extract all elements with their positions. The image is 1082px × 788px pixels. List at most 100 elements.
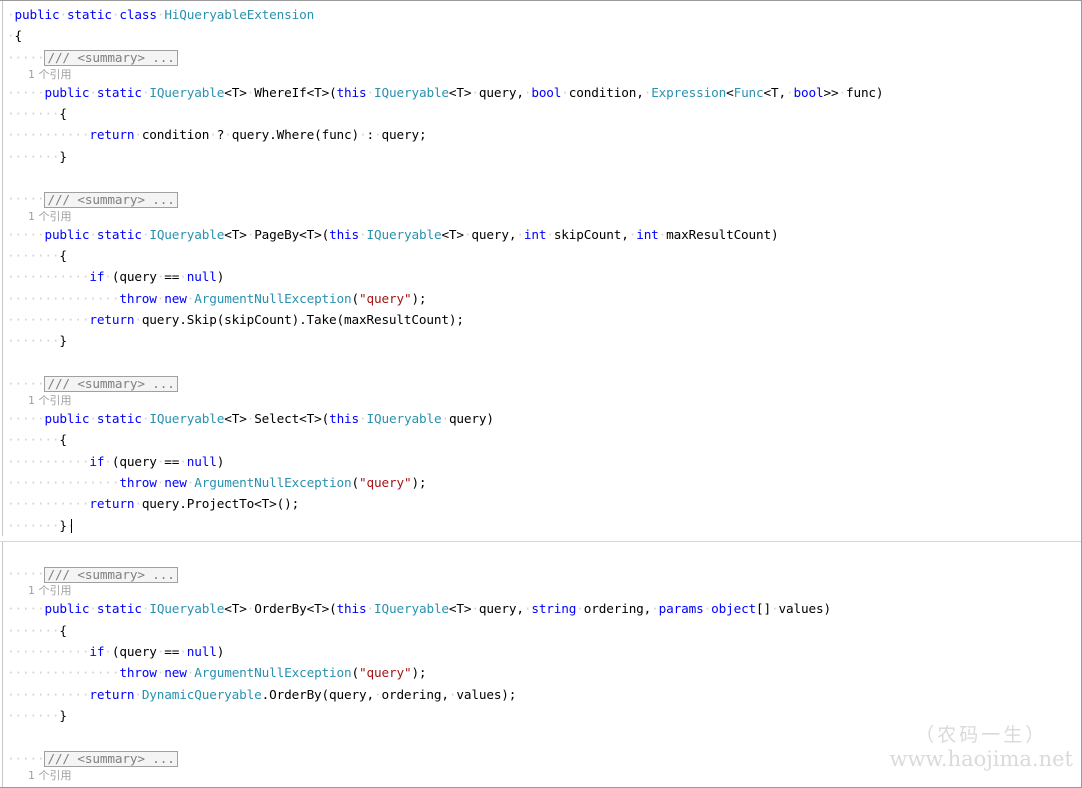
code-line[interactable]: ···········return·query.Skip(skipCount).… (0, 309, 1081, 330)
code-token-kw: if (89, 454, 104, 469)
code-editor-window[interactable]: ·public·static·class·HiQueryableExtensio… (0, 0, 1082, 788)
code-line[interactable]: ·····public·static·IQueryable<T>·Select<… (0, 408, 1081, 429)
indent-whitespace-marker: ····· (7, 751, 44, 766)
codelens-indent (7, 68, 28, 81)
code-token-plain: (query (112, 644, 157, 659)
code-line[interactable]: ·····public·static·IQueryable<T>·PageBy<… (0, 224, 1081, 245)
indent-whitespace-marker: ····· (7, 85, 44, 100)
code-token-plain: ordering, (381, 687, 448, 702)
indent-whitespace-marker: ······· (7, 518, 59, 533)
code-token-kw: return (89, 496, 134, 511)
code-token-plain: ( (352, 665, 360, 680)
collapsed-summary-region[interactable]: /// <summary> ... (44, 376, 177, 392)
code-line[interactable]: ·····/// <summary> ... (0, 748, 1081, 769)
code-token-plain: { (59, 432, 67, 447)
code-token-type: IQueryable (149, 601, 224, 616)
collapsed-summary-region[interactable]: /// <summary> ... (44, 751, 177, 767)
code-line[interactable]: ·····/// <summary> ... (0, 563, 1081, 584)
code-line[interactable]: ·······} (0, 146, 1081, 167)
whitespace-marker: · (224, 127, 232, 142)
whitespace-marker: · (179, 269, 187, 284)
code-token-plain: query.ProjectTo<T>(); (142, 496, 299, 511)
code-token-kw: bool (794, 85, 824, 100)
code-line[interactable]: ···········if·(query·==·null) (0, 266, 1081, 287)
code-token-plain: { (15, 28, 23, 43)
code-line-blank[interactable] (0, 542, 1081, 563)
codelens-reference-count[interactable]: 1 个引用 (0, 394, 1081, 408)
code-line[interactable]: ·······} (0, 330, 1081, 351)
codelens-reference-count[interactable]: 1 个引用 (0, 68, 1081, 82)
code-line[interactable]: ·····public·static·IQueryable<T>·OrderBy… (0, 598, 1081, 619)
code-line[interactable]: ·{ (0, 25, 1081, 46)
codelens-label[interactable]: 1 个引用 (28, 769, 72, 782)
code-text-surface[interactable]: ·public·static·class·HiQueryableExtensio… (0, 1, 1081, 787)
code-token-type: HiQueryableExtension (164, 7, 314, 22)
code-line[interactable]: ·······}· (0, 515, 1081, 536)
code-line[interactable]: ·······{ (0, 429, 1081, 450)
code-token-type: IQueryable (149, 85, 224, 100)
codelens-label[interactable]: 1 个引用 (28, 210, 72, 223)
whitespace-marker: · (89, 411, 97, 426)
code-line[interactable]: ···········if·(query·==·null) (0, 641, 1081, 662)
collapsed-summary-region[interactable]: /// <summary> ... (44, 567, 177, 583)
code-line[interactable]: ·······{ (0, 245, 1081, 266)
code-token-plain: } (59, 518, 67, 533)
code-line[interactable]: ·····/// <summary> ... (0, 47, 1081, 68)
code-line[interactable]: ···········return·query.ProjectTo<T>(); (0, 493, 1081, 514)
codelens-reference-count[interactable]: 1 个引用 (0, 769, 1081, 783)
code-token-plain: { (59, 248, 67, 263)
code-token-plain: <T> (224, 411, 246, 426)
codelens-reference-count[interactable]: 1 个引用 (0, 210, 1081, 224)
codelens-label[interactable]: 1 个引用 (28, 584, 72, 597)
code-token-kw: return (89, 127, 134, 142)
code-token-kw: static (97, 85, 142, 100)
code-token-kw: static (97, 601, 142, 616)
code-token-kw: this (337, 601, 367, 616)
code-line[interactable]: ·public·static·class·HiQueryableExtensio… (0, 4, 1081, 25)
indent-whitespace-marker: · (7, 28, 15, 43)
codelens-indent (7, 584, 28, 597)
code-token-plain: query; (382, 127, 427, 142)
codelens-reference-count[interactable]: 1 个引用 (0, 584, 1081, 598)
code-line[interactable]: ···············throw·new·ArgumentNullExc… (0, 472, 1081, 493)
code-token-kw: this (337, 85, 367, 100)
whitespace-marker: · (471, 85, 479, 100)
code-token-kw: params (659, 601, 704, 616)
code-line[interactable]: ···············throw·new·ArgumentNullExc… (0, 662, 1081, 683)
code-line[interactable]: ·····public·static·Expression<Func<T,·bo… (0, 783, 1081, 788)
code-line[interactable]: ···········return·DynamicQueryable.Order… (0, 684, 1081, 705)
code-line[interactable]: ···············throw·new·ArgumentNullExc… (0, 288, 1081, 309)
code-line-blank[interactable] (0, 167, 1081, 188)
code-token-plain: skipCount, (554, 227, 629, 242)
code-token-plain: ); (411, 665, 426, 680)
code-line-blank[interactable] (0, 726, 1081, 747)
code-token-plain: ) (217, 644, 225, 659)
code-token-plain: <T, (764, 85, 786, 100)
code-line[interactable]: ·····/// <summary> ... (0, 188, 1081, 209)
code-line-blank[interactable] (0, 351, 1081, 372)
code-token-type: Expression (651, 85, 726, 100)
code-token-plain: WhereIf<T>( (254, 85, 336, 100)
code-token-plain: condition, (569, 85, 644, 100)
code-token-kw: public (44, 227, 89, 242)
collapsed-summary-region[interactable]: /// <summary> ... (44, 192, 177, 208)
code-token-kw: throw (119, 291, 156, 306)
code-token-kw: null (187, 269, 217, 284)
code-line[interactable]: ·····/// <summary> ... (0, 373, 1081, 394)
codelens-label[interactable]: 1 个引用 (28, 68, 72, 81)
collapsed-summary-region[interactable]: /// <summary> ... (44, 50, 177, 66)
code-line[interactable]: ·····public·static·IQueryable<T>·WhereIf… (0, 82, 1081, 103)
code-line[interactable]: ···········if·(query·==·null) (0, 451, 1081, 472)
whitespace-marker: · (359, 127, 367, 142)
code-line[interactable]: ·······{ (0, 103, 1081, 124)
codelens-indent (7, 394, 28, 407)
indent-whitespace-marker: ··········· (7, 644, 89, 659)
code-line[interactable]: ···········return·condition·?·query.Wher… (0, 124, 1081, 145)
codelens-label[interactable]: 1 个引用 (28, 394, 72, 407)
code-token-kw: new (164, 291, 186, 306)
code-line[interactable]: ·······} (0, 705, 1081, 726)
code-token-plain: PageBy<T>( (254, 227, 329, 242)
whitespace-marker: · (134, 496, 142, 511)
whitespace-marker: · (134, 127, 142, 142)
code-line[interactable]: ·······{ (0, 620, 1081, 641)
